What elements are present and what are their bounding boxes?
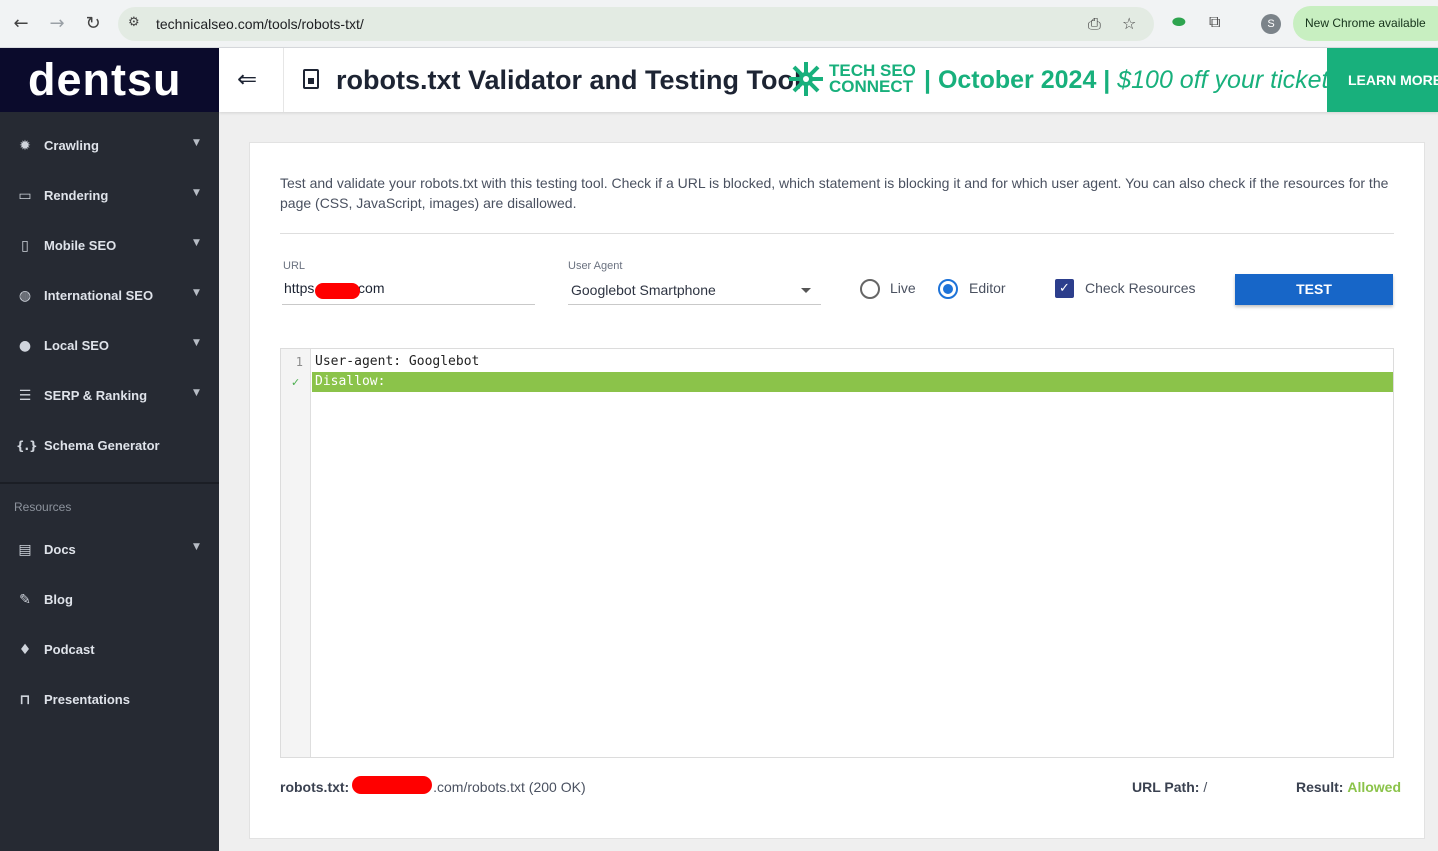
- site-info-icon[interactable]: ⚙: [128, 15, 144, 31]
- collapse-sidebar-icon[interactable]: ⇐: [237, 65, 257, 93]
- chevron-down-icon: ▼: [193, 188, 200, 198]
- sidebar-item-label: International SEO: [44, 288, 154, 303]
- chevron-down-icon: ▼: [193, 338, 200, 348]
- bug-icon: ✹: [19, 138, 31, 154]
- forward-icon[interactable]: →: [45, 12, 69, 36]
- dropdown-caret-icon: [801, 288, 811, 293]
- sidebar-item-label: Rendering: [44, 188, 109, 203]
- sidebar-item-label: Schema Generator: [44, 438, 160, 453]
- sidebar-item-international-seo[interactable]: ◍ International SEO ▼: [0, 276, 219, 316]
- robots-editor[interactable]: 1 ✓ User-agent: Googlebot Disallow:: [280, 348, 1394, 758]
- banner-date: | October 2024 |: [924, 66, 1111, 94]
- sidebar-item-docs[interactable]: ▤ Docs ▼: [0, 530, 219, 570]
- extensions-puzzle-icon[interactable]: ⧉: [1209, 12, 1220, 32]
- docs-icon: ▤: [18, 542, 32, 558]
- sidebar-item-label: SERP & Ranking: [44, 388, 148, 403]
- editor-gutter: 1 ✓: [281, 349, 311, 757]
- sidebar-item-label: Blog: [44, 592, 73, 607]
- sidebar-item-crawling[interactable]: ✹ Crawling ▼: [0, 126, 219, 166]
- resources-heading: Resources: [14, 500, 72, 514]
- dentsu-logo[interactable]: dentsu: [0, 48, 219, 112]
- sidebar-item-rendering[interactable]: ▭ Rendering ▼: [0, 176, 219, 216]
- sidebar-item-label: Mobile SEO: [44, 238, 117, 253]
- presentation-icon: ⊓: [19, 692, 31, 708]
- chevron-down-icon: ▼: [193, 388, 200, 398]
- result-status: Result: Allowed: [1296, 779, 1402, 795]
- sidebar-item-podcast[interactable]: ♦ Podcast: [0, 630, 219, 670]
- redaction-mark: [315, 283, 360, 299]
- pencil-icon: ✎: [19, 592, 31, 608]
- live-label[interactable]: Live: [890, 280, 916, 296]
- chevron-down-icon: ▼: [193, 542, 200, 552]
- editor-label[interactable]: Editor: [969, 280, 1006, 296]
- sidebar-item-presentations[interactable]: ⊓ Presentations: [0, 680, 219, 720]
- sidebar: dentsu ✹ Crawling ▼ ▭ Rendering ▼ ▯ Mobi…: [0, 48, 219, 851]
- url-label: URL: [283, 260, 306, 272]
- new-chrome-button[interactable]: New Chrome available: [1293, 6, 1438, 41]
- install-app-icon[interactable]: ⎙: [1088, 14, 1101, 34]
- editor-radio[interactable]: [938, 279, 958, 299]
- chevron-down-icon: ▼: [193, 138, 200, 148]
- sidebar-divider: [0, 482, 219, 484]
- sidebar-item-label: Local SEO: [44, 338, 110, 353]
- monitor-icon: ▭: [18, 188, 32, 204]
- banner-brand[interactable]: TECH SEO CONNECT: [829, 62, 916, 95]
- document-icon: [303, 69, 319, 89]
- sidebar-item-serp-ranking[interactable]: ☰ SERP & Ranking ▼: [0, 376, 219, 416]
- extension-icon[interactable]: ⬬: [1172, 12, 1186, 32]
- code-line-highlighted[interactable]: Disallow:: [312, 372, 1393, 392]
- banner-offer: $100 off your ticket: [1117, 66, 1329, 94]
- sidebar-item-schema-generator[interactable]: {.} Schema Generator: [0, 426, 219, 466]
- user-agent-label: User Agent: [568, 260, 623, 272]
- sidebar-item-local-seo[interactable]: ● Local SEO ▼: [0, 326, 219, 366]
- sidebar-item-blog[interactable]: ✎ Blog: [0, 580, 219, 620]
- braces-icon: {.}: [16, 439, 38, 453]
- url-input[interactable]: https o.com: [282, 276, 535, 305]
- tool-description: Test and validate your robots.txt with t…: [280, 175, 1389, 211]
- tool-card: Test and validate your robots.txt with t…: [249, 142, 1425, 839]
- check-icon: ✓: [291, 376, 301, 389]
- url-path-status: URL Path: /: [1132, 779, 1208, 795]
- code-line[interactable]: User-agent: Googlebot: [312, 352, 1393, 372]
- chevron-down-icon: ▼: [193, 238, 200, 248]
- sidebar-item-label: Podcast: [44, 642, 95, 657]
- phone-icon: ▯: [21, 238, 29, 254]
- robots-txt-status: robots.txt: .com/robots.txt (200 OK): [280, 776, 586, 795]
- test-button[interactable]: TEST: [1235, 274, 1393, 305]
- live-radio[interactable]: [860, 279, 880, 299]
- page-header: ⇐ robots.txt Validator and Testing Tool …: [219, 48, 1438, 112]
- bookmark-star-icon[interactable]: ☆: [1122, 14, 1136, 33]
- globe-icon: ◍: [18, 288, 32, 304]
- banner-text[interactable]: | October 2024 | $100 off your ticket: [924, 66, 1328, 95]
- page-title: robots.txt Validator and Testing Tool: [336, 65, 802, 95]
- reload-icon[interactable]: ↻: [81, 12, 105, 36]
- microphone-icon: ♦: [18, 642, 32, 658]
- sidebar-item-label: Docs: [44, 542, 76, 557]
- check-resources-label[interactable]: Check Resources: [1085, 280, 1196, 296]
- learn-more-button[interactable]: LEARN MORE: [1327, 48, 1438, 112]
- list-icon: ☰: [18, 388, 32, 404]
- line-number: 1: [295, 355, 303, 369]
- redaction-mark: [352, 776, 432, 794]
- sidebar-item-mobile-seo[interactable]: ▯ Mobile SEO ▼: [0, 226, 219, 266]
- address-bar[interactable]: ⚙ technicalseo.com/tools/robots-txt/ ⎙ ☆: [118, 7, 1154, 41]
- map-pin-icon: ●: [18, 338, 32, 354]
- sidebar-item-label: Presentations: [44, 692, 130, 707]
- browser-toolbar: ← → ↻ ⚙ technicalseo.com/tools/robots-tx…: [0, 0, 1438, 48]
- profile-avatar[interactable]: S: [1261, 14, 1281, 34]
- back-icon[interactable]: ←: [9, 12, 33, 36]
- result-value: Allowed: [1347, 779, 1402, 795]
- card-divider: [280, 233, 1394, 234]
- sidebar-item-label: Crawling: [44, 138, 99, 153]
- header-separator: [283, 48, 284, 112]
- check-resources-checkbox[interactable]: ✓: [1055, 279, 1074, 298]
- address-url[interactable]: technicalseo.com/tools/robots-txt/: [156, 16, 364, 32]
- tech-seo-connect-logo-icon[interactable]: [789, 60, 823, 98]
- chevron-down-icon: ▼: [193, 288, 200, 298]
- user-agent-select[interactable]: Googlebot Smartphone: [568, 276, 821, 305]
